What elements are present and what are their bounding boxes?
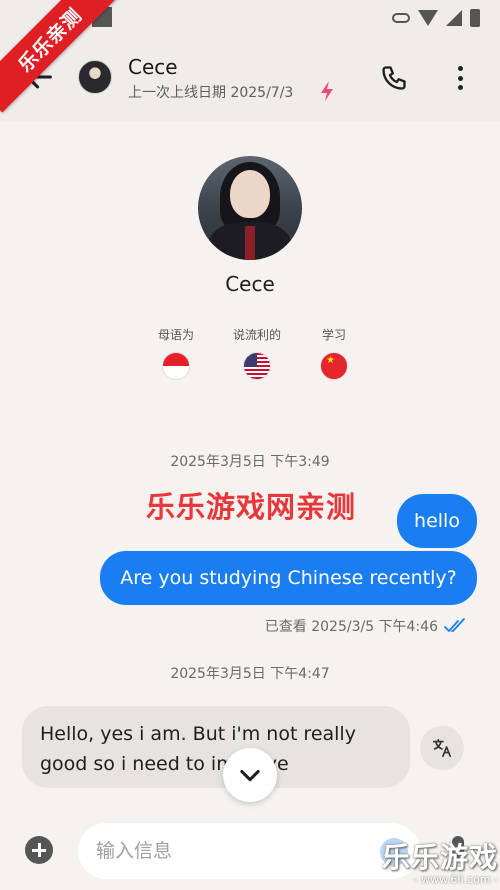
chat-header: Cece 上一次上线日期 2025/7/3 [0,34,500,122]
fluent-language: 说流利的 [217,326,297,380]
china-flag-icon [320,352,348,380]
chevron-down-icon [240,769,260,782]
double-check-icon [444,618,465,632]
indonesia-flag-icon [162,352,190,380]
native-language: 母语为 [136,326,216,380]
translate-button[interactable] [420,726,464,770]
learning-language: 学习 [294,326,374,380]
seen-status: 已查看 2025/3/5 下午4:46 [265,616,466,636]
brand-watermark-main: 乐乐游戏 [381,841,498,874]
status-icons [392,9,480,27]
message-timestamp: 2025年3月5日 下午4:47 [170,666,330,682]
outgoing-message[interactable]: hello [397,494,477,548]
profile-avatar[interactable] [198,156,302,260]
language-label: 学习 [321,328,346,342]
outgoing-message[interactable]: Are you studying Chinese recently? [100,551,477,605]
brand-watermark: 乐乐游戏 - www.6ll.com - [382,842,498,886]
more-vertical-icon [457,66,463,71]
contact-name[interactable]: Cece [128,55,178,79]
cell-signal-icon [446,10,462,26]
brand-watermark-url: - www.6ll.com - [413,873,498,886]
battery-icon [470,9,480,27]
translate-icon [432,738,452,758]
last-online-status: 上一次上线日期 2025/7/3 [128,85,294,101]
contact-avatar[interactable] [78,60,112,94]
language-label: 说流利的 [232,328,281,342]
incoming-message[interactable]: Hello, yes i am. But i'm not really good… [22,706,410,788]
message-input[interactable] [78,823,420,879]
vpn-key-icon [392,13,410,23]
add-attachment-button[interactable] [25,836,53,864]
message-timestamp: 2025年3月5日 下午3:49 [170,454,330,470]
scroll-to-bottom-button[interactable] [223,748,277,802]
seen-status-text: 已查看 2025/3/5 下午4:46 [264,619,438,635]
profile-name: Cece [225,272,275,296]
usa-flag-icon [243,352,271,380]
more-options-button[interactable] [452,64,468,92]
watermark-text: 乐乐游戏网亲测 [146,490,357,524]
wifi-icon [418,10,438,26]
lightning-bolt-icon [321,81,333,101]
language-label: 母语为 [157,328,194,342]
call-button[interactable] [380,64,408,92]
phone-icon [382,66,406,90]
